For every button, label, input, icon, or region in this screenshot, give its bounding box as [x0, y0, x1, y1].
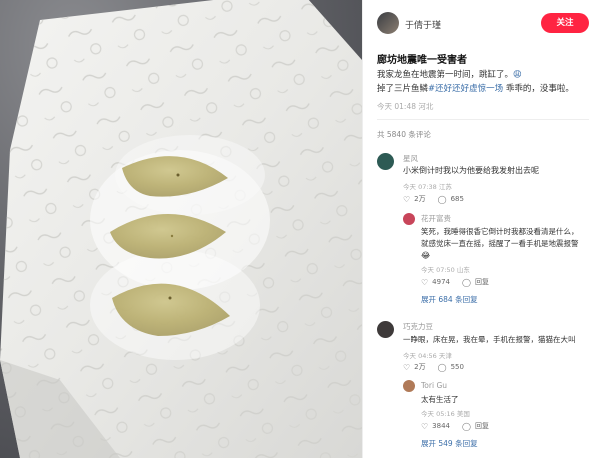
comment-actions: ♡ 2万 ◯ 685 — [403, 194, 464, 204]
like-count: 2万 — [414, 195, 426, 203]
comment-text-line1: 笑死，我睡得很香它倒计时我都没看清是什么， — [421, 227, 579, 236]
commenter-avatar[interactable] — [403, 213, 415, 225]
comment-text-line2: 就感觉床一直在摇，摇醒了一看手机是地震报警 — [421, 239, 579, 248]
commenter-avatar[interactable] — [377, 321, 394, 338]
post-body-line2: 掉了三片鱼鳞 — [377, 84, 429, 94]
comment-text: 一睁眼，床在晃，我在晕，手机在报警，猫猫在大叫 — [403, 335, 576, 344]
comment-actions: ♡ 2万 ◯ 550 — [403, 362, 464, 372]
chat-bubble-icon[interactable]: ◯ — [438, 195, 447, 204]
laughing-emoji-icon: 😂 — [421, 251, 431, 260]
comment-time: 今天 04:56 天津 — [403, 352, 452, 360]
heart-icon[interactable]: ♡ — [421, 278, 428, 287]
commenter-name[interactable]: 巧克力豆 — [403, 321, 433, 332]
commenter-name[interactable]: Tori Gu — [421, 381, 447, 390]
post-title: 廊坊地震唯一受害者 — [377, 55, 467, 66]
expand-replies-link[interactable]: 展开 684 条回复 — [421, 294, 478, 305]
commenter-name[interactable]: 花开富贵 — [421, 213, 451, 224]
expand-replies-link[interactable]: 展开 549 条回复 — [421, 438, 478, 449]
like-count: 4974 — [432, 278, 450, 286]
post-body: 我家龙鱼在地震第一时间，跳缸了。😩 掉了三片鱼鳞#还好还好虚惊一场 乖乖的，没事… — [377, 68, 593, 96]
follow-button[interactable]: 关注 — [541, 13, 589, 33]
comment-actions: ♡ 3844 ◯ 回复 — [421, 421, 489, 431]
comment-time: 今天 07:38 江苏 — [403, 183, 452, 191]
chat-bubble-icon[interactable]: ◯ — [462, 422, 471, 431]
like-count: 2万 — [414, 363, 426, 371]
like-count: 3844 — [432, 422, 450, 430]
post-photo[interactable] — [0, 0, 362, 458]
hashtag-link[interactable]: #还好还好虚惊一场 — [428, 84, 503, 94]
screenshot: 于倩于瑾 关注 廊坊地震唯一受害者 我家龙鱼在地震第一时间，跳缸了。😩 掉了三片… — [0, 0, 600, 458]
post-body-line2-end: 乖乖的，没事啦。 — [503, 84, 574, 94]
reply-label[interactable]: 回复 — [475, 277, 489, 287]
post-timestamp: 今天 01:48 河北 — [377, 102, 434, 111]
heart-icon[interactable]: ♡ — [403, 363, 410, 372]
heart-icon[interactable]: ♡ — [403, 195, 410, 204]
chat-bubble-icon[interactable]: ◯ — [438, 363, 447, 372]
comment-count: 共 5840 条评论 — [377, 130, 431, 139]
heart-icon[interactable]: ♡ — [421, 422, 428, 431]
post-header: 于倩于瑾 关注 — [363, 0, 600, 40]
reply-count: 685 — [450, 195, 464, 203]
fish-scales-image — [0, 0, 362, 458]
commenter-name[interactable]: 星风 — [403, 153, 418, 164]
chat-bubble-icon[interactable]: ◯ — [462, 278, 471, 287]
comment-time: 今天 05:16 美国 — [421, 410, 470, 418]
comment-text: 小米倒计时我以为他要给我发射出去呢 — [403, 166, 539, 175]
comment-time: 今天 07:50 山东 — [421, 266, 470, 274]
comment-text: 太有生活了 — [421, 395, 459, 404]
divider — [377, 119, 589, 120]
reply-label[interactable]: 回复 — [475, 421, 489, 431]
reply-count: 550 — [450, 363, 464, 371]
commenter-avatar[interactable] — [377, 153, 394, 170]
author-name[interactable]: 于倩于瑾 — [405, 18, 441, 31]
comment-actions: ♡ 4974 ◯ 回复 — [421, 277, 489, 287]
author-avatar[interactable] — [377, 12, 399, 34]
tired-face-icon: 😩 — [513, 70, 522, 80]
post-detail-panel: 于倩于瑾 关注 廊坊地震唯一受害者 我家龙鱼在地震第一时间，跳缸了。😩 掉了三片… — [362, 0, 600, 458]
commenter-avatar[interactable] — [403, 380, 415, 392]
post-body-line1: 我家龙鱼在地震第一时间，跳缸了。 — [377, 70, 514, 80]
